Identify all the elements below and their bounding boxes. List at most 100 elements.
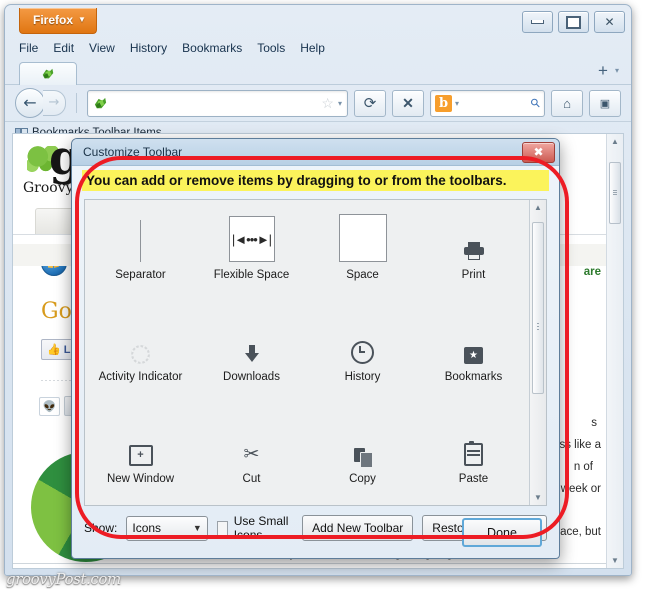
- palette-scroll-down-button[interactable]: ▼: [530, 490, 546, 505]
- home-button[interactable]: ⌂: [551, 89, 583, 117]
- palette-scroll-thumb[interactable]: [532, 222, 544, 394]
- copy-icon: [353, 424, 373, 468]
- reload-button[interactable]: ⟳: [354, 89, 386, 117]
- software-text-fragment: are: [583, 266, 601, 278]
- palette-item-flexible-space[interactable]: |◄•••►| Flexible Space: [196, 200, 307, 302]
- palette-item-label: Cut: [242, 472, 261, 485]
- text-fragment-4: week or: [560, 483, 601, 495]
- page-scroll-down-button[interactable]: ▼: [607, 553, 623, 568]
- dialog-title-bar: Customize Toolbar ✖: [72, 139, 559, 166]
- screenshot-root: Firefox ▼ ✕ File Edit View History Bookma…: [0, 0, 650, 590]
- palette-scrollbar[interactable]: ▲ ▼: [529, 200, 546, 505]
- checkbox-box[interactable]: [216, 520, 228, 536]
- palette-item-label: Downloads: [223, 370, 280, 383]
- stop-x-icon: ✕: [402, 94, 414, 111]
- reload-icon: ⟳: [363, 94, 377, 112]
- firefox-app-button[interactable]: Firefox ▼: [19, 8, 97, 34]
- palette-item-new-window[interactable]: + New Window: [85, 403, 196, 505]
- page-scroll-thumb[interactable]: [609, 162, 621, 224]
- title-bar: Firefox ▼ ✕: [5, 5, 631, 37]
- browser-tab[interactable]: [19, 62, 77, 85]
- window-controls: ✕: [522, 11, 625, 33]
- minimize-button[interactable]: [522, 11, 553, 33]
- bookmarks-menu-button[interactable]: ▣: [589, 89, 621, 117]
- customize-toolbar-dialog: Customize Toolbar ✖ You can add or remov…: [71, 138, 560, 559]
- navigation-toolbar: ← → ☆ ▾ ⟳ ✕ b ▾ ⚲ ⌂ ▣: [5, 84, 631, 121]
- minimize-icon: [531, 20, 544, 24]
- logo-subtitle: Groovy: [23, 180, 74, 196]
- menu-item-history[interactable]: History: [130, 41, 167, 55]
- menu-item-help[interactable]: Help: [300, 41, 325, 55]
- scroll-grip-icon: [613, 190, 617, 196]
- bing-icon[interactable]: b: [435, 94, 452, 112]
- use-small-icons-checkbox[interactable]: Use Small Icons: [216, 514, 293, 542]
- palette-item-cut[interactable]: ✂ Cut: [196, 403, 307, 505]
- page-bottom-rule: [13, 563, 607, 564]
- flexible-space-icon: |◄•••►|: [228, 216, 275, 263]
- palette-item-space[interactable]: Space: [307, 200, 418, 302]
- reddit-icon[interactable]: 👽: [39, 396, 60, 416]
- add-new-toolbar-button[interactable]: Add New Toolbar: [302, 515, 414, 541]
- menu-item-bookmarks[interactable]: Bookmarks: [182, 41, 242, 55]
- dialog-title: Customize Toolbar: [83, 145, 183, 159]
- maximize-icon: [566, 15, 581, 29]
- search-bar[interactable]: b ▾ ⚲: [430, 89, 545, 117]
- scroll-grip-icon: [537, 323, 539, 330]
- tab-list-caret-icon[interactable]: ▾: [615, 66, 619, 75]
- groovypost-favicon: [42, 68, 54, 79]
- done-button[interactable]: Done: [462, 518, 542, 547]
- dialog-close-button[interactable]: ✖: [522, 141, 555, 163]
- menu-item-file[interactable]: File: [19, 41, 38, 55]
- clipboard-icon: [464, 424, 483, 466]
- chevron-down-icon: ▼: [192, 523, 202, 533]
- home-icon: ⌂: [563, 95, 571, 111]
- printer-icon: [462, 220, 486, 262]
- menu-bar: File Edit View History Bookmarks Tools H…: [5, 37, 631, 59]
- close-button[interactable]: ✕: [594, 11, 625, 33]
- palette-item-label: Space: [346, 269, 379, 282]
- item-grid: Separator |◄•••►| Flexible Space Space P…: [85, 200, 529, 505]
- space-icon: [338, 214, 387, 263]
- palette-item-label: Copy: [349, 472, 376, 485]
- page-scroll-up-button[interactable]: ▲: [607, 134, 623, 149]
- show-dropdown[interactable]: Icons ▼: [126, 515, 208, 541]
- page-scrollbar[interactable]: ▲ ▼: [606, 134, 623, 568]
- palette-item-downloads[interactable]: Downloads: [196, 302, 307, 404]
- bookmark-star-icon[interactable]: ☆: [321, 96, 334, 110]
- stop-button[interactable]: ✕: [392, 89, 424, 117]
- item-palette: Separator |◄•••►| Flexible Space Space P…: [84, 199, 547, 506]
- back-button[interactable]: ←: [15, 88, 45, 118]
- palette-item-print[interactable]: Print: [418, 200, 529, 302]
- palette-item-history[interactable]: History: [307, 302, 418, 404]
- menu-item-edit[interactable]: Edit: [53, 41, 74, 55]
- scissors-icon: ✂: [244, 424, 260, 466]
- url-bar[interactable]: ☆ ▾: [87, 89, 348, 117]
- palette-item-label: History: [344, 370, 381, 383]
- firefox-window: Firefox ▼ ✕ File Edit View History Bookma…: [4, 4, 632, 576]
- palette-item-paste[interactable]: Paste: [418, 403, 529, 505]
- dialog-body: You can add or remove items by dragging …: [72, 165, 559, 558]
- forward-arrow-icon: →: [48, 95, 60, 110]
- tab-strip-right: + ▾: [598, 62, 619, 79]
- palette-scroll-up-button[interactable]: ▲: [530, 200, 546, 215]
- menu-item-tools[interactable]: Tools: [257, 41, 285, 55]
- palette-item-separator[interactable]: Separator: [85, 200, 196, 302]
- show-dropdown-value: Icons: [132, 521, 162, 535]
- url-dropdown-caret-icon[interactable]: ▾: [338, 99, 342, 108]
- bookmark-star-box-icon: ▣: [599, 97, 611, 110]
- forward-button[interactable]: →: [43, 90, 66, 116]
- separator-icon: [140, 220, 141, 263]
- text-fragment-2: ss like a: [559, 439, 601, 451]
- maximize-button[interactable]: [558, 11, 589, 33]
- search-engine-caret-icon[interactable]: ▾: [455, 99, 459, 108]
- menu-item-view[interactable]: View: [89, 41, 115, 55]
- clock-icon: [351, 322, 374, 364]
- firefox-app-button-label: Firefox: [33, 13, 74, 27]
- thumbs-up-icon: 👍: [47, 344, 61, 356]
- flexible-space-glyph: |◄•••►|: [228, 216, 275, 263]
- palette-item-activity-indicator[interactable]: Activity Indicator: [85, 302, 196, 404]
- new-tab-button[interactable]: +: [598, 62, 608, 79]
- palette-item-bookmarks[interactable]: ★ Bookmarks: [418, 302, 529, 404]
- palette-item-copy[interactable]: Copy: [307, 403, 418, 505]
- search-icon[interactable]: ⚲: [528, 95, 544, 111]
